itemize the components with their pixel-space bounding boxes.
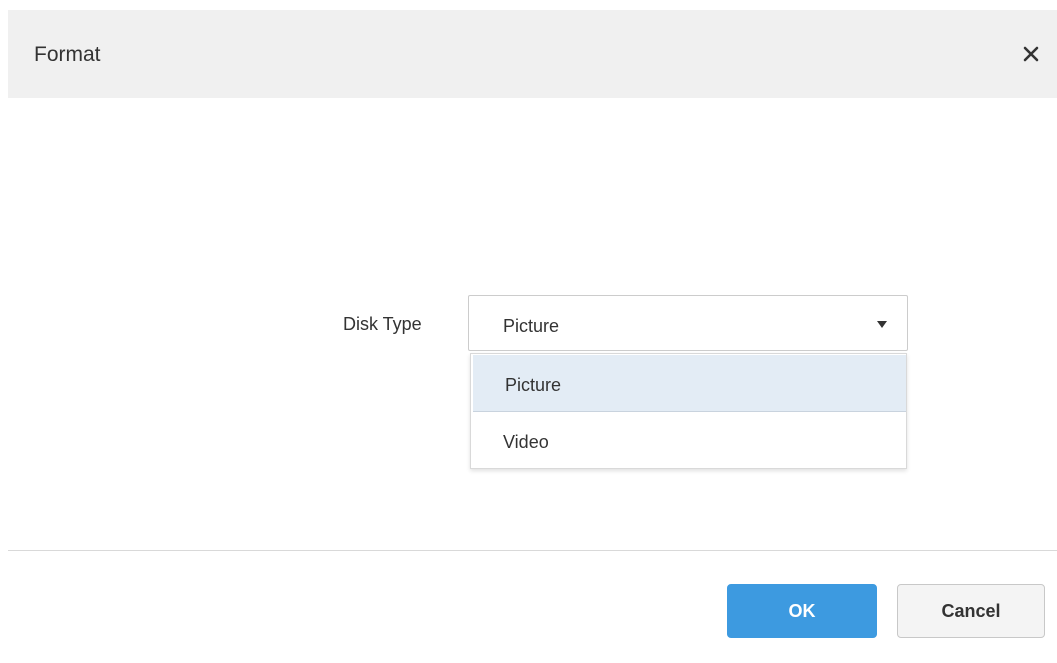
dropdown-option-label: Picture [505,375,562,395]
dialog-title: Format [34,43,101,66]
disk-type-dropdown: Picture Video [470,353,907,469]
disk-type-select[interactable]: Picture [468,295,908,351]
disk-type-label: Disk Type [343,314,422,334]
dialog-header: Format [8,10,1057,98]
dropdown-option-picture[interactable]: Picture [473,355,906,412]
disk-type-selected-value: Picture [503,316,560,336]
footer-divider [8,550,1057,551]
close-button[interactable] [1015,38,1047,70]
close-icon [1015,38,1047,70]
dropdown-option-video[interactable]: Video [471,412,906,469]
format-dialog: Format Disk Type Picture Picture Video O… [0,0,1057,663]
cancel-button[interactable]: Cancel [897,584,1045,638]
dropdown-option-label: Video [503,432,549,452]
ok-button[interactable]: OK [727,584,877,638]
caret-down-icon [876,320,888,330]
